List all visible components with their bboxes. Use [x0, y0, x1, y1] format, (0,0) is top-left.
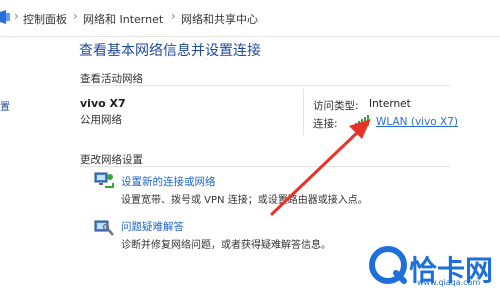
section-divider — [80, 85, 450, 86]
network-setup-icon — [94, 172, 114, 188]
access-type-value: Internet — [369, 98, 411, 110]
page-title: 查看基本网络信息并设置连接 — [79, 43, 261, 59]
breadcrumb-item-network-internet[interactable]: 网络和 Internet — [83, 11, 163, 27]
connection-link[interactable]: WLAN (vivo X7) — [376, 116, 458, 128]
active-networks-heading: 查看活动网络 — [80, 73, 143, 85]
troubleshoot-link[interactable]: 问题疑难解答 — [121, 219, 184, 234]
change-settings-heading: 更改网络设置 — [80, 154, 143, 166]
breadcrumb-separator: › — [73, 9, 78, 23]
breadcrumb-separator: › — [171, 9, 176, 23]
setup-connection-link[interactable]: 设置新的连接或网络 — [121, 174, 216, 189]
network-name: vivo X7 — [80, 97, 126, 110]
column-divider — [303, 89, 304, 135]
section-divider — [80, 166, 450, 167]
watermark-url: www.qiaqa.com — [417, 278, 481, 287]
breadcrumb-item-control-panel[interactable]: 控制面板 — [23, 11, 67, 27]
breadcrumb-item-network-sharing-center[interactable]: 网络和共享中心 — [181, 11, 258, 27]
troubleshoot-icon — [94, 220, 114, 236]
left-edge-text[interactable]: 置 — [0, 98, 10, 113]
breadcrumb-separator: › — [14, 9, 19, 23]
troubleshoot-desc: 诊断并修复网络问题，或者获得疑难解答信息。 — [121, 240, 331, 251]
wifi-signal-icon — [355, 115, 369, 126]
setup-connection-desc: 设置宽带、拨号或 VPN 连接；或设置路由器或接入点。 — [121, 195, 368, 206]
address-bar[interactable]: › 控制面板 › 网络和 Internet › 网络和共享中心 — [0, 0, 500, 37]
connection-label: 连接: — [313, 118, 338, 130]
access-type-label: 访问类型: — [313, 100, 359, 112]
address-bar-icon — [0, 10, 10, 24]
network-type[interactable]: 公用网络 — [80, 112, 122, 127]
